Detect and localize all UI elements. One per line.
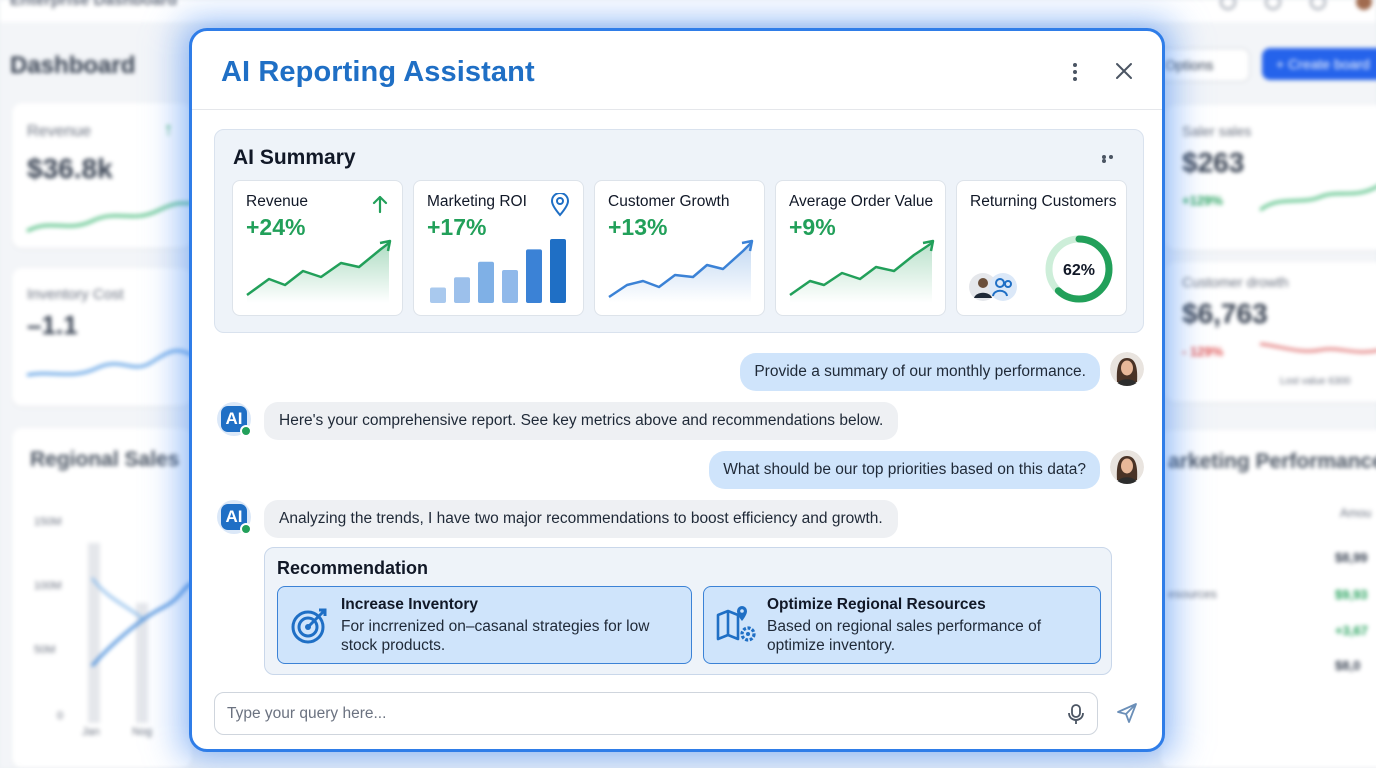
query-input-box (214, 692, 1098, 735)
recommendation-description: For incrrenized on–casanal strategies fo… (341, 618, 650, 654)
close-icon[interactable] (1113, 60, 1135, 82)
avatar[interactable] (1356, 0, 1372, 10)
roi-bar (502, 269, 518, 303)
metric-label: Returning Customers (970, 193, 1117, 210)
ai-avatar: AI (217, 402, 252, 437)
metric-card-customer-growth[interactable]: Customer Growth +13% (594, 180, 765, 316)
verified-icon (240, 425, 252, 437)
revenue-sparkline (26, 201, 192, 233)
verified-icon (240, 523, 252, 535)
search-icon[interactable] (1220, 0, 1236, 10)
row-value: +3,67 (1335, 623, 1368, 638)
settings-icon[interactable] (1265, 0, 1281, 10)
metric-label: Revenue (246, 193, 309, 210)
ai-avatar: AI (217, 500, 252, 535)
sales-card: Saler sales $263 +129% (1165, 105, 1376, 250)
recommendation-heading: Increase Inventory (341, 596, 478, 613)
arrow-up-icon (372, 195, 388, 214)
recommendation-heading: Optimize Regional Resources (767, 596, 986, 613)
column-header: Amou (1340, 506, 1372, 520)
returning-customers-ring: 62% (1045, 235, 1113, 303)
inventory-sparkline (26, 349, 192, 377)
user-message: What should be our top priorities based … (709, 451, 1100, 489)
sales-value: $263 (1182, 147, 1245, 178)
roi-bar (526, 249, 542, 303)
ring-percent-label: 62% (1063, 262, 1095, 279)
modal-header: AI Reporting Assistant (192, 31, 1162, 110)
query-input[interactable] (227, 693, 1047, 734)
location-pin-icon (550, 193, 570, 217)
average-order-trend-chart (789, 239, 935, 303)
app-title: Enterprise Dashboard (10, 0, 178, 9)
ai-summary-panel: AI Summary Revenue +24% Marketing ROI +1… (214, 129, 1144, 333)
customer-growth-trend-chart (608, 239, 754, 303)
user-avatar[interactable] (1110, 450, 1144, 484)
recommendation-panel: Recommendation Increase Inventory For in… (264, 547, 1112, 675)
recommendation-increase-inventory[interactable]: Increase Inventory For incrrenized on–ca… (277, 586, 692, 664)
sales-label: Saler sales (1182, 123, 1252, 139)
revenue-card: Revenue $36.8k ↑ (12, 103, 192, 248)
send-icon[interactable] (1115, 701, 1139, 725)
customers-icon (969, 273, 1017, 301)
sales-sparkline (1260, 185, 1376, 212)
metric-card-marketing-roi[interactable]: Marketing ROI +17% (413, 180, 584, 316)
notification-icon[interactable] (1310, 0, 1326, 10)
regional-sales-line (90, 577, 192, 667)
revenue-value: $36.8k (27, 153, 113, 184)
roi-bar (430, 287, 446, 303)
row-value: $9,93 (1335, 587, 1368, 602)
revenue-trend-chart (246, 239, 392, 303)
ai-message: Here's your comprehensive report. See ke… (264, 402, 899, 440)
inventory-value: –1.1 (27, 310, 78, 340)
roi-bar (478, 261, 494, 303)
recommendation-description: Based on regional sales performance of o… (767, 618, 1041, 654)
revenue-label: Revenue (27, 123, 92, 140)
modal-title: AI Reporting Assistant (221, 56, 535, 88)
recommendation-optimize-resources[interactable]: Optimize Regional Resources Based on reg… (703, 586, 1101, 664)
metric-label: Average Order Value (789, 193, 934, 210)
metric-card-revenue[interactable]: Revenue +24% (232, 180, 403, 316)
microphone-icon[interactable] (1066, 703, 1086, 725)
roi-bar (454, 277, 470, 303)
row-value: $8,0 (1335, 658, 1361, 673)
summary-more-icon[interactable] (1102, 155, 1122, 163)
user-avatar[interactable] (1110, 352, 1144, 386)
sales-change: +129% (1182, 193, 1223, 208)
customer-growth-value: $6,763 (1182, 298, 1268, 329)
inventory-card: Inventory Cost –1.1 (12, 268, 192, 406)
inventory-label: Inventory Cost (27, 286, 124, 303)
regional-sales-title: Regional Sales (30, 448, 180, 471)
customer-growth-note: Lost value 6300 (1280, 376, 1351, 387)
customer-growth-change: - 129% (1182, 344, 1224, 359)
row-value: $8,99 (1335, 550, 1368, 565)
create-board-button[interactable]: + Create board (1262, 48, 1376, 80)
page-title: Dashboard (10, 52, 136, 79)
user-message: Provide a summary of our monthly perform… (740, 353, 1100, 391)
regional-sales-card: Regional Sales 150M 100M 50M 0 Jan Nog (12, 428, 192, 768)
ai-summary-title: AI Summary (233, 146, 356, 169)
customer-growth-label: Customer drowth (1182, 274, 1289, 290)
roi-bar (550, 239, 566, 303)
recommendation-title: Recommendation (277, 558, 429, 578)
ai-assistant-modal: AI Reporting Assistant AI Summary Revenu… (189, 28, 1165, 752)
ai-message: Analyzing the trends, I have two major r… (264, 500, 898, 538)
marketing-roi-bar-chart (430, 239, 566, 303)
map-gear-icon (716, 606, 756, 642)
metric-card-average-order-value[interactable]: Average Order Value +9% (775, 180, 946, 316)
marketing-performance-title: arketing Performance (1168, 450, 1376, 473)
customer-growth-sparkline (1260, 342, 1376, 354)
customer-growth-card: Customer drowth $6,763 - 129% Lost value… (1165, 262, 1376, 402)
marketing-performance-card: arketing Performance Amou esources $8,99… (1160, 430, 1376, 768)
more-options-icon[interactable] (1067, 61, 1083, 83)
target-icon (291, 608, 327, 644)
metric-label: Customer Growth (608, 193, 730, 210)
metric-label: Marketing ROI (427, 193, 527, 210)
tick-label: 150M (34, 516, 62, 528)
metric-card-returning-customers[interactable]: Returning Customers 62% (956, 180, 1127, 316)
